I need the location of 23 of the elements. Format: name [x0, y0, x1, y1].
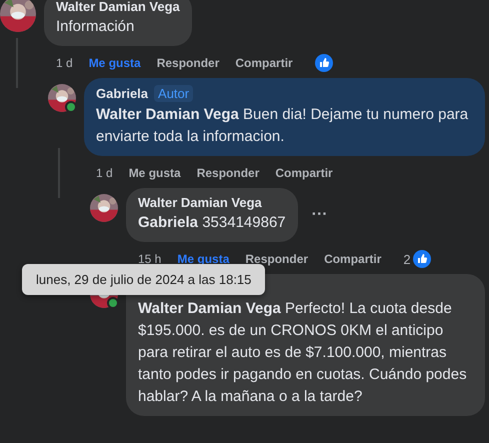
comment-text: Gabriela 3534149867: [138, 213, 286, 233]
like-link[interactable]: Me gusta: [88, 56, 141, 70]
author-name[interactable]: Walter Damian Vega: [56, 0, 180, 14]
reply-link[interactable]: Responder: [156, 56, 220, 70]
author-name[interactable]: Walter Damian Vega: [138, 195, 262, 210]
share-link[interactable]: Compartir: [235, 56, 293, 70]
more-options-button[interactable]: ···: [312, 206, 328, 224]
comment-text: Walter Damian Vega Buen dia! Dejame tu numero para enviarte toda la informacion.: [96, 105, 470, 147]
comment-text: Walter Damian Vega Perfecto! La cuota desde $195.000. es de un CRONOS 0KM el anticipo para retirar el auto es de $7.100.000, mientras tanto podes ir pagando en cuotas. Cuándo podes hablar? A la mañana o a la tarde?: [138, 299, 468, 407]
timestamp-tooltip: lunes, 29 de julio de 2024 a las 18:15: [22, 264, 266, 295]
timestamp-link[interactable]: 15 h: [138, 252, 162, 266]
timestamp-link[interactable]: 1 d: [96, 166, 113, 180]
like-link[interactable]: Me gusta: [128, 166, 181, 180]
reaction-count: 2: [403, 252, 411, 266]
author-name[interactable]: Gabriela: [96, 86, 148, 101]
like-link[interactable]: Me gusta: [177, 252, 230, 266]
timestamp-link[interactable]: 1 d: [56, 56, 73, 70]
share-link[interactable]: Compartir: [324, 252, 382, 266]
author-badge: Autor: [154, 85, 194, 102]
reply-link[interactable]: Responder: [196, 166, 260, 180]
comment-text: Información: [56, 17, 136, 37]
share-link[interactable]: Compartir: [275, 166, 333, 180]
reply-link[interactable]: Responder: [245, 252, 308, 266]
